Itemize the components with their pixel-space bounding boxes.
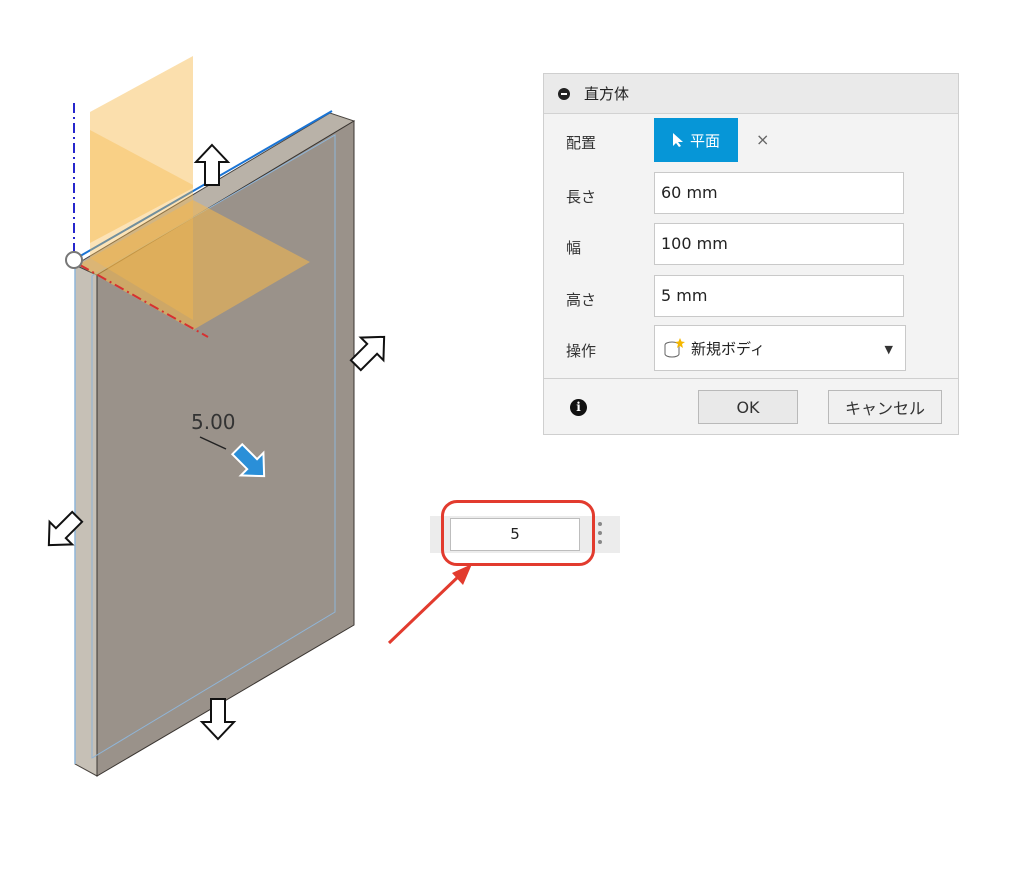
width-row: 幅 100 mm bbox=[544, 223, 958, 269]
plane-select-button[interactable]: 平面 bbox=[654, 118, 738, 162]
new-body-icon bbox=[664, 338, 685, 358]
width-input[interactable]: 100 mm bbox=[654, 223, 904, 265]
length-row: 長さ 60 mm bbox=[544, 172, 958, 218]
operation-value: 新規ボディ bbox=[691, 339, 765, 358]
pointer-icon bbox=[672, 133, 683, 147]
width-label: 幅 bbox=[566, 239, 582, 257]
placement-row: 配置 平面 × bbox=[544, 118, 958, 164]
plane-select-label: 平面 bbox=[689, 131, 720, 150]
cancel-button[interactable]: キャンセル bbox=[828, 390, 942, 424]
info-icon[interactable]: i bbox=[570, 399, 587, 416]
chevron-down-icon: ▼ bbox=[884, 343, 893, 356]
height-input[interactable]: 5 mm bbox=[654, 275, 904, 317]
grip-icon[interactable] bbox=[598, 522, 602, 548]
height-label: 高さ bbox=[566, 291, 597, 309]
length-input[interactable]: 60 mm bbox=[654, 172, 904, 214]
ok-button[interactable]: OK bbox=[698, 390, 798, 424]
dialog-header[interactable]: 直方体 bbox=[544, 74, 958, 114]
operation-label: 操作 bbox=[566, 342, 597, 360]
collapse-icon[interactable] bbox=[558, 87, 570, 100]
box-dialog: 直方体 配置 平面 × 長さ 60 mm 幅 100 mm 高さ 5 mm 操作… bbox=[543, 73, 959, 435]
operation-row: 操作 新規ボディ ▼ bbox=[544, 325, 958, 371]
dialog-footer: i OK キャンセル bbox=[544, 378, 958, 434]
operation-select[interactable]: 新規ボディ ▼ bbox=[654, 325, 906, 371]
placement-label: 配置 bbox=[566, 134, 597, 152]
annotation-arrow-line bbox=[387, 573, 462, 645]
height-row: 高さ 5 mm bbox=[544, 275, 958, 321]
length-label: 長さ bbox=[566, 188, 597, 206]
origin-point[interactable] bbox=[65, 251, 83, 269]
dialog-title: 直方体 bbox=[584, 85, 630, 103]
dimension-label: 5.00 bbox=[191, 410, 236, 434]
highlight-ring bbox=[441, 500, 595, 566]
clear-selection-icon[interactable]: × bbox=[756, 130, 769, 149]
